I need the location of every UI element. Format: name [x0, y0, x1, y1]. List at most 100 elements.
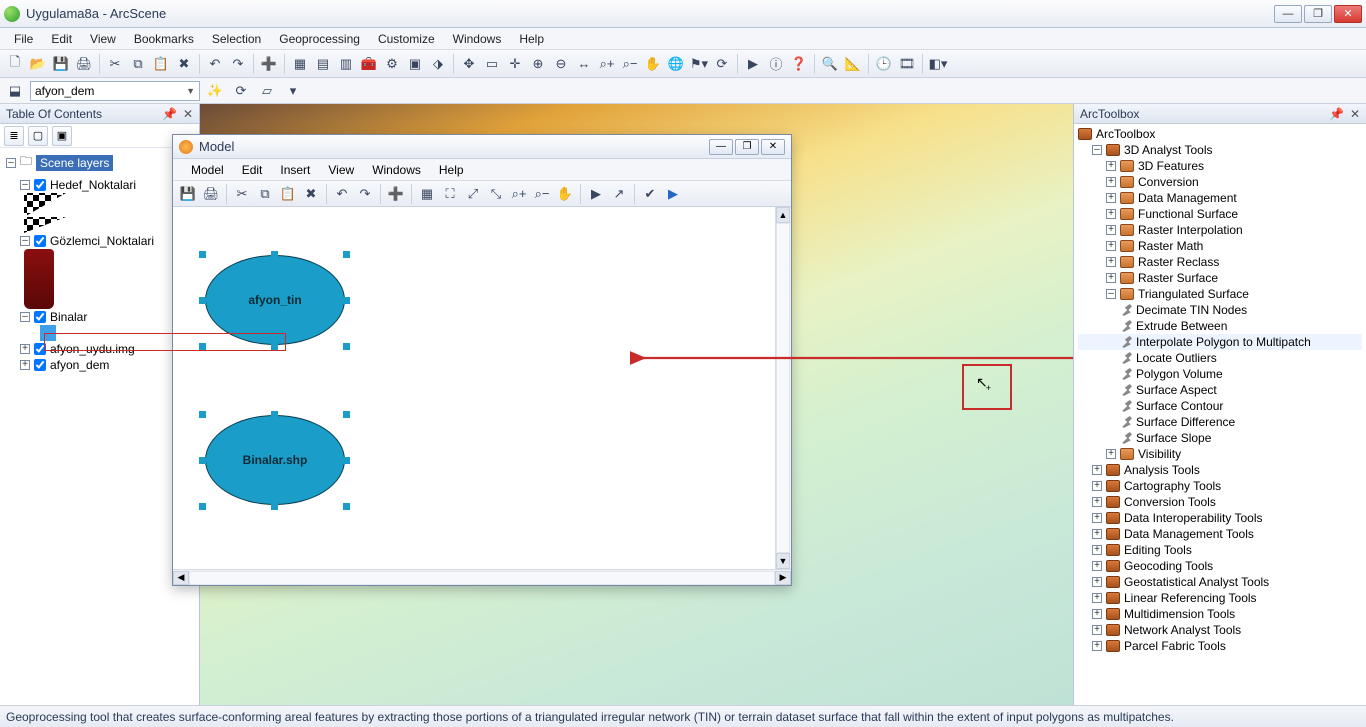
menu-edit[interactable]: Edit: [43, 30, 80, 48]
pin-icon[interactable]: 📌: [162, 107, 177, 121]
expander-icon[interactable]: +: [1092, 609, 1102, 619]
scroll-left-icon[interactable]: ◀: [173, 571, 189, 585]
zoomfull-icon[interactable]: ⌕+: [596, 53, 618, 75]
zoom-in-icon[interactable]: ⤢: [462, 183, 484, 205]
layer-row[interactable]: + afyon_dem: [6, 357, 193, 373]
tree-toolset[interactable]: +Visibility: [1078, 446, 1362, 462]
expander-icon[interactable]: +: [20, 360, 30, 370]
arctoolbox-tree[interactable]: ArcToolbox –3D Analyst Tools +3D Feature…: [1074, 124, 1366, 705]
tree-toolbox[interactable]: +Analysis Tools: [1078, 462, 1362, 478]
list-by-drawing-icon[interactable]: ≣: [4, 126, 24, 146]
menu-file[interactable]: File: [6, 30, 41, 48]
menu-bookmarks[interactable]: Bookmarks: [126, 30, 202, 48]
tinview-icon[interactable]: ▱: [256, 80, 278, 102]
layer-combo[interactable]: afyon_dem ▼: [30, 81, 200, 101]
paste-icon[interactable]: 📋: [277, 183, 299, 205]
tree-tool-highlighted[interactable]: Interpolate Polygon to Multipatch: [1078, 334, 1362, 350]
layer-checkbox[interactable]: [34, 235, 46, 247]
layer-row[interactable]: – Hedef_Noktalari: [6, 177, 193, 193]
globe-icon[interactable]: 🌐: [665, 53, 687, 75]
tree-toolset[interactable]: +3D Features: [1078, 158, 1362, 174]
cut-icon[interactable]: ✂: [231, 183, 253, 205]
tree-toolset[interactable]: +Conversion: [1078, 174, 1362, 190]
expander-icon[interactable]: –: [20, 180, 30, 190]
pan-icon[interactable]: ✋: [554, 183, 576, 205]
save-icon[interactable]: 💾: [177, 183, 199, 205]
subwindow2-icon[interactable]: ▤: [312, 53, 334, 75]
expander-icon[interactable]: –: [1106, 289, 1116, 299]
tree-toolbox[interactable]: +Cartography Tools: [1078, 478, 1362, 494]
tree-toolbox[interactable]: +Data Interoperability Tools: [1078, 510, 1362, 526]
tree-toolset[interactable]: +Raster Surface: [1078, 270, 1362, 286]
window-minimize-button[interactable]: —: [1274, 5, 1302, 23]
tinmode-icon[interactable]: ▾: [282, 80, 304, 102]
expander-icon[interactable]: +: [1092, 497, 1102, 507]
expander-icon[interactable]: +: [1092, 593, 1102, 603]
model-node[interactable]: afyon_tin: [205, 255, 345, 345]
paste-icon[interactable]: 📋: [150, 53, 172, 75]
redo-icon[interactable]: ↷: [354, 183, 376, 205]
model-menu-view[interactable]: View: [320, 161, 362, 179]
undo-icon[interactable]: ↶: [204, 53, 226, 75]
expander-icon[interactable]: +: [1092, 545, 1102, 555]
print-icon[interactable]: 🖨: [73, 53, 95, 75]
window-maximize-button[interactable]: ❐: [1304, 5, 1332, 23]
expander-icon[interactable]: +: [1106, 193, 1116, 203]
refresh-icon[interactable]: ⟳: [711, 53, 733, 75]
identify-icon[interactable]: ⓘ: [765, 53, 787, 75]
tree-toolset[interactable]: +Data Management: [1078, 190, 1362, 206]
menu-view[interactable]: View: [82, 30, 124, 48]
model-maximize-button[interactable]: ❐: [735, 139, 759, 155]
animation-icon[interactable]: 🎞: [896, 53, 918, 75]
tree-tool[interactable]: Decimate TIN Nodes: [1078, 302, 1362, 318]
model-hscroll[interactable]: ◀ ▶: [173, 569, 791, 585]
window-close-button[interactable]: ✕: [1334, 5, 1362, 23]
menu-windows[interactable]: Windows: [445, 30, 510, 48]
model-menu-windows[interactable]: Windows: [364, 161, 429, 179]
reload-icon[interactable]: ⟳: [230, 80, 252, 102]
menu-selection[interactable]: Selection: [204, 30, 269, 48]
expander-icon[interactable]: +: [1092, 513, 1102, 523]
full-extent-icon[interactable]: ⛶: [439, 183, 461, 205]
undo-icon[interactable]: ↶: [331, 183, 353, 205]
delete-icon[interactable]: ✖: [300, 183, 322, 205]
tree-toolbox[interactable]: +Conversion Tools: [1078, 494, 1362, 510]
flagnav-icon[interactable]: ⚑▾: [688, 53, 710, 75]
layer-row[interactable]: – Gözlemci_Noktalari: [6, 233, 193, 249]
tree-toolbox[interactable]: –3D Analyst Tools: [1078, 142, 1362, 158]
zoom2-icon[interactable]: ⌕−: [619, 53, 641, 75]
expander-icon[interactable]: +: [1106, 449, 1116, 459]
model-menu-insert[interactable]: Insert: [272, 161, 318, 179]
expander-icon[interactable]: +: [1106, 225, 1116, 235]
expander-icon[interactable]: +: [20, 344, 30, 354]
open-icon[interactable]: 📂: [27, 53, 49, 75]
model-vscroll[interactable]: ▲ ▼: [775, 207, 791, 569]
fly-icon[interactable]: ▭: [481, 53, 503, 75]
expander-icon[interactable]: –: [20, 236, 30, 246]
model-titlebar[interactable]: Model — ❐ ✕: [173, 135, 791, 159]
expander-icon[interactable]: +: [1092, 641, 1102, 651]
model-minimize-button[interactable]: —: [709, 139, 733, 155]
subwindow-icon[interactable]: ▦: [289, 53, 311, 75]
list-by-source-icon[interactable]: ▢: [28, 126, 48, 146]
layer-row[interactable]: – Binalar: [6, 309, 193, 325]
expander-icon[interactable]: +: [1106, 257, 1116, 267]
find-icon[interactable]: 🔍: [819, 53, 841, 75]
menu-geoprocessing[interactable]: Geoprocessing: [271, 30, 368, 48]
tree-toolset[interactable]: +Functional Surface: [1078, 206, 1362, 222]
model-menu-edit[interactable]: Edit: [234, 161, 271, 179]
model-menu-help[interactable]: Help: [431, 161, 472, 179]
scroll-down-icon[interactable]: ▼: [776, 553, 790, 569]
redo-icon[interactable]: ↷: [227, 53, 249, 75]
model-menu-model[interactable]: Model: [183, 161, 232, 179]
pin-icon[interactable]: 📌: [1329, 107, 1344, 121]
tree-tool[interactable]: Locate Outliers: [1078, 350, 1362, 366]
close-icon[interactable]: ✕: [183, 107, 193, 121]
model-canvas[interactable]: afyon_tin Binalar.shp: [173, 207, 791, 569]
zoomout-icon[interactable]: ⊖: [550, 53, 572, 75]
measure-icon[interactable]: 📐: [842, 53, 864, 75]
layer-checkbox[interactable]: [34, 359, 46, 371]
tree-root[interactable]: ArcToolbox: [1078, 126, 1362, 142]
zoom-out-icon[interactable]: ⤡: [485, 183, 507, 205]
menu-customize[interactable]: Customize: [370, 30, 443, 48]
